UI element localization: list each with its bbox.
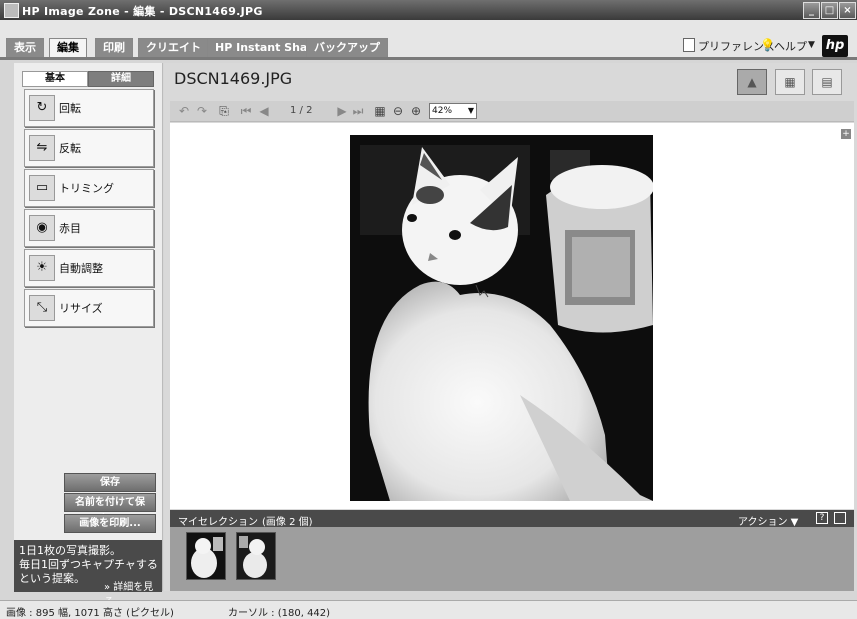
tool-label: 反転 [59,142,81,155]
window-title: HP Image Zone - 編集 - DSCN1469.JPG [22,5,263,18]
previous-image-icon[interactable]: ◀ [256,103,272,119]
thumbnail-image [237,533,275,579]
collection-count: (画像 2 個) [262,517,313,528]
tool-rotate[interactable]: ↻ 回転 [24,89,154,127]
first-image-icon[interactable]: ⏮ [238,103,254,119]
tool-label: 回転 [59,102,81,115]
revert-icon[interactable]: ⎘ [216,103,232,119]
tool-red-eye[interactable]: ◉ 赤目 [24,209,154,247]
undo-icon[interactable]: ↶ [176,103,192,119]
save-button[interactable]: 保存 [64,473,156,492]
tab-row: 表示 編集 印刷 クリエイト HP Instant Share バックアップ プ… [0,20,857,60]
redo-icon[interactable]: ↷ [194,103,210,119]
next-image-icon[interactable]: ▶ [334,103,350,119]
tool-resize[interactable]: ⤡ リサイズ [24,289,154,327]
collection-bar: マイセレクション (画像 2 個) アクション ▼ ? [170,510,854,528]
zoom-in-icon[interactable]: ⊕ [408,103,424,119]
tool-label: リサイズ [59,302,103,315]
maximize-button[interactable]: □ [821,2,838,19]
tool-crop[interactable]: ▭ トリミング [24,169,154,207]
tab-view[interactable]: 表示 [6,38,44,57]
help-icon[interactable]: ? [816,512,828,524]
cat-photo [350,135,653,501]
tab-backup[interactable]: バックアップ [306,38,388,57]
help-dropdown-arrow[interactable]: ▼ [808,40,815,50]
collection-panel [170,527,854,591]
page-indicator: 1 / 2 [290,105,313,116]
fit-window-icon[interactable]: ▦ [372,103,388,119]
tool-label: トリミング [59,182,114,195]
rotate-icon: ↻ [29,95,55,121]
minimize-button[interactable]: _ [803,2,820,19]
tip-box: 1日1枚の写真撮影。 毎日1回ずつキャプチャするという提案。 » 詳細を見る [14,540,162,608]
subtab-basic[interactable]: 基本 [22,71,88,87]
tab-underline [0,57,857,60]
single-view-icon[interactable]: ▲ [737,69,767,95]
tab-edit[interactable]: 編集 [49,38,87,58]
zoom-select[interactable]: 42% ▼ [429,103,477,119]
collection-title: マイセレクション [178,517,258,528]
status-bar: 画像 : 895 幅, 1071 高さ (ピクセル) カーソル : (180, … [0,600,857,619]
collection-thumbnail[interactable] [236,532,276,580]
tool-auto-adjust[interactable]: ☀ 自動調整 [24,249,154,287]
main-area: DSCN1469.JPG ▲ ▦ ▤ ↶ ↷ ⎘ ⏮ ◀ 1 / 2 ▶ ⏭ ▦… [164,63,857,591]
last-image-icon[interactable]: ⏭ [350,103,366,119]
help-bulb-icon: 💡 [760,38,775,52]
split-view-icon[interactable]: ▤ [812,69,842,95]
expand-icon[interactable]: + [841,129,851,139]
zoom-out-icon[interactable]: ⊖ [390,103,406,119]
save-as-button[interactable]: 名前を付けて保存... [64,493,156,525]
tool-label: 赤目 [59,222,81,235]
red-eye-icon: ◉ [29,215,55,241]
title-bar: HP Image Zone - 編集 - DSCN1469.JPG _ □ × [0,0,857,20]
chevron-down-icon: ▼ [467,106,474,115]
collapse-icon[interactable] [834,512,846,524]
resize-icon: ⤡ [29,295,55,321]
file-name-title: DSCN1469.JPG [174,69,293,88]
preferences-icon [683,38,695,52]
subtab-advanced[interactable]: 詳細 [88,71,154,87]
print-image-button[interactable]: 画像を印刷... [64,514,156,533]
view-toolbar: ↶ ↷ ⎘ ⏮ ◀ 1 / 2 ▶ ⏭ ▦ ⊖ ⊕ 42% ▼ [170,101,854,122]
app-icon [4,3,19,18]
image-canvas[interactable]: + [170,123,854,509]
image-dimensions: 画像 : 895 幅, 1071 高さ (ピクセル) [6,608,174,619]
thumbnail-image [187,533,225,579]
tab-print[interactable]: 印刷 [95,38,133,57]
auto-adjust-icon: ☀ [29,255,55,281]
hp-logo: hp [822,35,848,57]
collection-actions-menu[interactable]: アクション ▼ [738,513,798,528]
collection-thumbnail[interactable] [186,532,226,580]
flip-icon: ⇋ [29,135,55,161]
compare-view-icon[interactable]: ▦ [775,69,805,95]
crop-icon: ▭ [29,175,55,201]
tab-create[interactable]: クリエイト [138,38,209,57]
cursor-position: カーソル : (180, 442) [228,608,331,619]
help-link[interactable]: ヘルプ [774,38,807,54]
zoom-value: 42% [432,106,453,116]
tool-flip[interactable]: ⇋ 反転 [24,129,154,167]
close-button[interactable]: × [839,2,856,19]
tool-label: 自動調整 [59,262,103,275]
edit-tools-panel: 基本 詳細 ↻ 回転 ⇋ 反転 ▭ トリミング ◉ 赤目 ☀ 自動調整 ⤡ リサ… [14,63,163,591]
